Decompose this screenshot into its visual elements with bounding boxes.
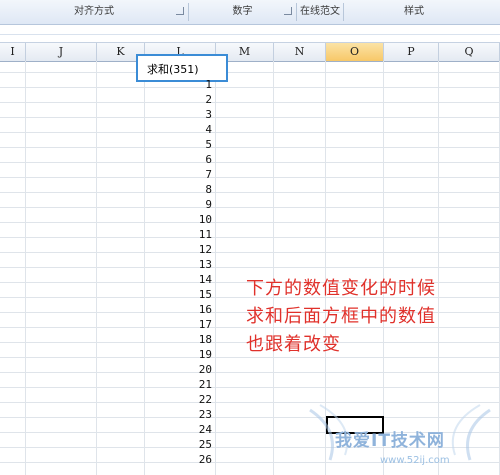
ribbon-group-online-templates[interactable]: 在线范文 <box>297 0 343 24</box>
grid-row-line <box>0 192 500 193</box>
dialog-launcher-icon[interactable]: . <box>284 7 292 15</box>
grid-row-line <box>0 267 500 268</box>
dialog-launcher-icon[interactable]: . <box>176 7 184 15</box>
cell-value[interactable]: 21 <box>172 378 212 391</box>
annotation-line: 也跟着改变 <box>246 334 341 355</box>
watermark-url: www.52ij.com <box>380 455 450 466</box>
cell-value[interactable]: 5 <box>172 138 212 151</box>
column-header-p[interactable]: P <box>384 43 439 61</box>
ribbon-group-styles[interactable]: 样式 <box>344 0 484 24</box>
grid-row-line <box>0 162 500 163</box>
grid-row-line <box>0 87 500 88</box>
grid-row-line <box>0 177 500 178</box>
column-header-i[interactable]: I <box>0 43 26 61</box>
cell-value[interactable]: 20 <box>172 363 212 376</box>
cell-value[interactable]: 15 <box>172 288 212 301</box>
formula-bar-divider <box>0 34 500 35</box>
cell-value[interactable]: 22 <box>172 393 212 406</box>
column-header-n[interactable]: N <box>274 43 326 61</box>
cell-value[interactable]: 24 <box>172 423 212 436</box>
watermark-text: 我爱IT技术网 <box>335 431 445 451</box>
cell-value[interactable]: 7 <box>172 168 212 181</box>
cell-value[interactable]: 10 <box>172 213 212 226</box>
cell-value[interactable]: 19 <box>172 348 212 361</box>
grid-row-line <box>0 357 500 358</box>
cell-value[interactable]: 6 <box>172 153 212 166</box>
grid-row-line <box>0 72 500 73</box>
grid-column-line <box>273 61 274 475</box>
cell-value[interactable]: 1 <box>172 78 212 91</box>
grid-column-line <box>96 61 97 475</box>
cell-value[interactable]: 3 <box>172 108 212 121</box>
ribbon-group-label: 样式 <box>404 6 424 17</box>
cell-value[interactable]: 9 <box>172 198 212 211</box>
ribbon-group-bar: 对齐方式 . 数字 . 在线范文 样式 <box>0 0 500 25</box>
grid-row-line <box>0 147 500 148</box>
cell-value[interactable]: 23 <box>172 408 212 421</box>
grid-column-line <box>215 61 216 475</box>
cell-value[interactable]: 14 <box>172 273 212 286</box>
cell-value[interactable]: 12 <box>172 243 212 256</box>
cell-value[interactable]: 16 <box>172 303 212 316</box>
column-header-o[interactable]: O <box>326 43 384 61</box>
column-header-q[interactable]: Q <box>439 43 500 61</box>
cell-value[interactable]: 11 <box>172 228 212 241</box>
annotation-line: 下方的数值变化的时候 <box>246 278 436 299</box>
grid-column-line <box>144 61 145 475</box>
cell-value[interactable]: 2 <box>172 93 212 106</box>
cell-value[interactable]: 4 <box>172 123 212 136</box>
cell-value[interactable]: 17 <box>172 318 212 331</box>
grid-row-line <box>0 222 500 223</box>
grid-row-line <box>0 252 500 253</box>
grid-row-line <box>0 132 500 133</box>
grid-row-line <box>0 102 500 103</box>
ribbon-group-label: 在线范文 <box>300 6 340 17</box>
grid-row-line <box>0 117 500 118</box>
cell-value[interactable]: 8 <box>172 183 212 196</box>
sum-label: 求和(351) <box>147 63 199 76</box>
column-header-row: I J K L M N O P Q <box>0 43 500 62</box>
ribbon-group-alignment[interactable]: 对齐方式 . <box>0 0 188 24</box>
ribbon-group-label: 数字 <box>232 6 253 17</box>
ribbon-group-label: 对齐方式 <box>74 6 114 17</box>
cell-value[interactable]: 13 <box>172 258 212 271</box>
grid-row-line <box>0 387 500 388</box>
cell-value[interactable]: 18 <box>172 333 212 346</box>
ribbon-group-number[interactable]: 数字 . <box>189 0 296 24</box>
grid-row-line <box>0 207 500 208</box>
cell-value[interactable]: 26 <box>172 453 212 466</box>
grid-row-line <box>0 237 500 238</box>
annotation-line: 求和后面方框中的数值 <box>246 306 436 327</box>
grid-row-line <box>0 372 500 373</box>
cell-value[interactable]: 25 <box>172 438 212 451</box>
grid-column-line <box>25 61 26 475</box>
column-header-j[interactable]: J <box>26 43 97 61</box>
